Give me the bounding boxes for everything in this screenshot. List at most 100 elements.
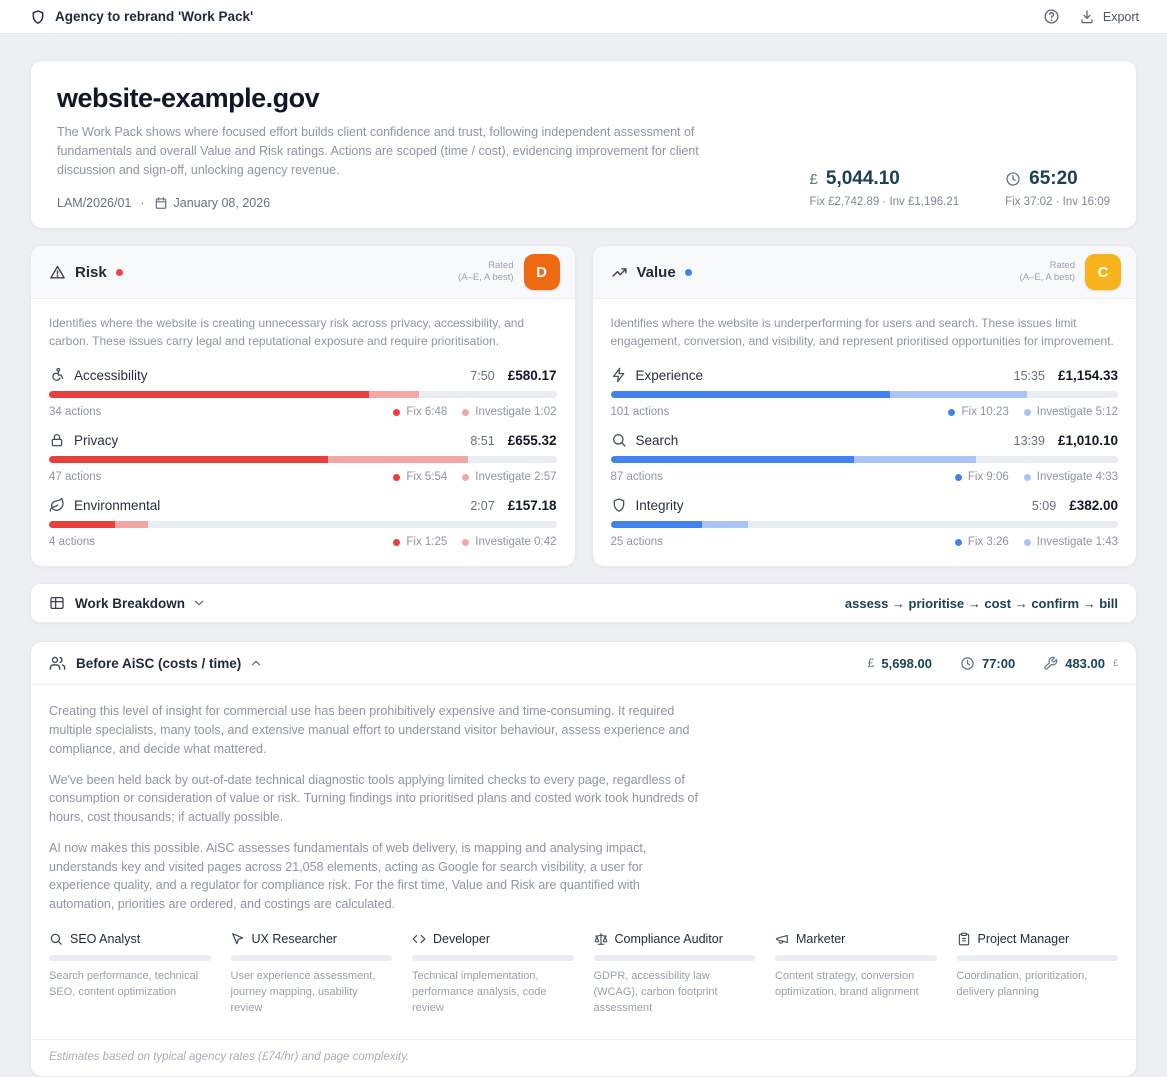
- role-compliance-auditor: Compliance Auditor GDPR, accessibility l…: [594, 932, 756, 1017]
- meta-separator: ·: [140, 196, 144, 210]
- zap-icon: [611, 367, 627, 383]
- risk-card: Risk Rated(A–E, A best) D Identifies whe…: [30, 245, 576, 567]
- investigate-dot: [462, 539, 469, 546]
- value-grade-badge: C: [1085, 254, 1121, 290]
- clock-icon: [960, 656, 975, 671]
- lock-icon: [49, 432, 65, 448]
- accessibility-icon: [49, 367, 65, 383]
- work-breakdown-toggle[interactable]: Work Breakdown assess → prioritise → cos…: [30, 583, 1137, 623]
- risk-description: Identifies where the website is creating…: [49, 314, 557, 350]
- workflow-steps: assess → prioritise → cost → confirm → b…: [845, 596, 1118, 611]
- risk-dot: [116, 269, 123, 276]
- chevron-up-icon: [249, 656, 263, 670]
- work-breakdown-title: Work Breakdown: [75, 596, 185, 611]
- metric-time: 2:07: [470, 499, 494, 513]
- table-icon: [49, 595, 65, 611]
- export-button[interactable]: Export: [1079, 9, 1139, 25]
- total-time-value: 65:20: [1029, 168, 1078, 190]
- mouse-pointer-icon: [231, 932, 245, 946]
- before-paragraph-3: AI now makes this possible. AiSC assesse…: [49, 839, 699, 914]
- metric-cost: £1,010.10: [1058, 433, 1118, 448]
- risk-accessibility-bar: [49, 391, 557, 398]
- summary-card: website-example.gov The Work Pack shows …: [30, 60, 1137, 229]
- value-metric-search: Search 13:39£1,010.10 87 actions Fix 9:0…: [611, 432, 1119, 483]
- pound-icon: £: [810, 171, 818, 188]
- search-icon: [611, 432, 627, 448]
- metric-cost: £580.17: [508, 368, 557, 383]
- help-icon[interactable]: [1043, 8, 1060, 25]
- investigate-dot: [462, 409, 469, 416]
- risk-privacy-bar: [49, 456, 557, 463]
- estimates-footnote: Estimates based on typical agency rates …: [31, 1039, 1136, 1076]
- metric-cost: £382.00: [1069, 498, 1118, 513]
- investigate-dot: [1024, 539, 1031, 546]
- reference-code: LAM/2026/01: [57, 196, 131, 210]
- roles-grid: SEO Analyst Search performance, technica…: [49, 932, 1118, 1033]
- leaf-icon: [49, 497, 65, 513]
- before-paragraph-1: Creating this level of insight for comme…: [49, 702, 699, 758]
- export-label: Export: [1103, 10, 1139, 24]
- rated-scale-label: Rated(A–E, A best): [458, 260, 513, 285]
- investigate-dot: [1024, 409, 1031, 416]
- search-icon: [49, 932, 63, 946]
- metric-cost: £655.32: [508, 433, 557, 448]
- before-rate-stat: 483.00£: [1043, 656, 1118, 671]
- value-metric-integrity: Integrity 5:09£382.00 25 actions Fix 3:2…: [611, 497, 1119, 548]
- clipboard-icon: [957, 932, 971, 946]
- risk-title: Risk: [75, 264, 107, 281]
- pound-icon: £: [868, 656, 875, 670]
- actions-count: 4 actions: [49, 536, 95, 548]
- actions-count: 47 actions: [49, 471, 101, 483]
- topbar: Agency to rebrand 'Work Pack' Export: [0, 0, 1167, 34]
- trending-up-icon: [611, 264, 628, 281]
- before-aisc-toggle[interactable]: Before AiSC (costs / time) £ 5,698.00 77…: [31, 642, 1136, 685]
- value-card: Value Rated(A–E, A best) C Identifies wh…: [592, 245, 1138, 567]
- app-title: Agency to rebrand 'Work Pack': [55, 9, 253, 24]
- role-seo-analyst: SEO Analyst Search performance, technica…: [49, 932, 211, 1017]
- before-paragraph-2: We've been held back by out-of-date tech…: [49, 771, 699, 827]
- metric-time: 5:09: [1032, 499, 1056, 513]
- page-title: website-example.gov: [57, 83, 705, 114]
- fix-dot: [393, 474, 400, 481]
- role-marketer: Marketer Content strategy, conversion op…: [775, 932, 937, 1017]
- value-experience-bar: [611, 391, 1119, 398]
- metric-time: 13:39: [1014, 434, 1045, 448]
- value-dot: [685, 269, 692, 276]
- users-icon: [49, 655, 66, 672]
- before-cost-stat: £ 5,698.00: [868, 656, 932, 671]
- risk-grade-badge: D: [524, 254, 560, 290]
- metric-cost: £157.18: [508, 498, 557, 513]
- fix-dot: [393, 539, 400, 546]
- role-ux-researcher: UX Researcher User experience assessment…: [231, 932, 393, 1017]
- fix-dot: [955, 539, 962, 546]
- report-date: January 08, 2026: [174, 196, 271, 210]
- metric-cost: £1,154.33: [1058, 368, 1118, 383]
- summary-description: The Work Pack shows where focused effort…: [57, 123, 705, 179]
- rated-scale-label: Rated(A–E, A best): [1020, 260, 1075, 285]
- shield-icon: [611, 497, 627, 513]
- metric-time: 15:35: [1014, 369, 1045, 383]
- value-title: Value: [637, 264, 676, 281]
- before-time-stat: 77:00: [960, 656, 1015, 671]
- risk-metric-privacy: Privacy 8:51£655.32 47 actions Fix 5:54 …: [49, 432, 557, 483]
- actions-count: 101 actions: [611, 406, 670, 418]
- risk-environmental-bar: [49, 521, 557, 528]
- total-time-stat: 65:20 Fix 37:02 · Inv 16:09: [1005, 168, 1110, 208]
- risk-metric-environmental: Environmental 2:07£157.18 4 actions Fix …: [49, 497, 557, 548]
- megaphone-icon: [775, 932, 789, 946]
- download-icon: [1079, 9, 1095, 25]
- wrench-icon: [1043, 656, 1058, 671]
- scale-icon: [594, 932, 608, 946]
- value-description: Identifies where the website is underper…: [611, 314, 1119, 350]
- actions-count: 34 actions: [49, 406, 101, 418]
- investigate-dot: [462, 474, 469, 481]
- fix-dot: [393, 409, 400, 416]
- fix-dot: [955, 474, 962, 481]
- calendar-icon: [154, 196, 168, 210]
- clock-icon: [1005, 171, 1021, 187]
- value-integrity-bar: [611, 521, 1119, 528]
- total-time-breakdown: Fix 37:02 · Inv 16:09: [1005, 196, 1110, 208]
- total-cost-stat: £ 5,044.10 Fix £2,742.89 · Inv £1,196.21: [810, 168, 960, 208]
- risk-metric-accessibility: Accessibility 7:50£580.17 34 actions Fix…: [49, 367, 557, 418]
- alert-triangle-icon: [49, 264, 66, 281]
